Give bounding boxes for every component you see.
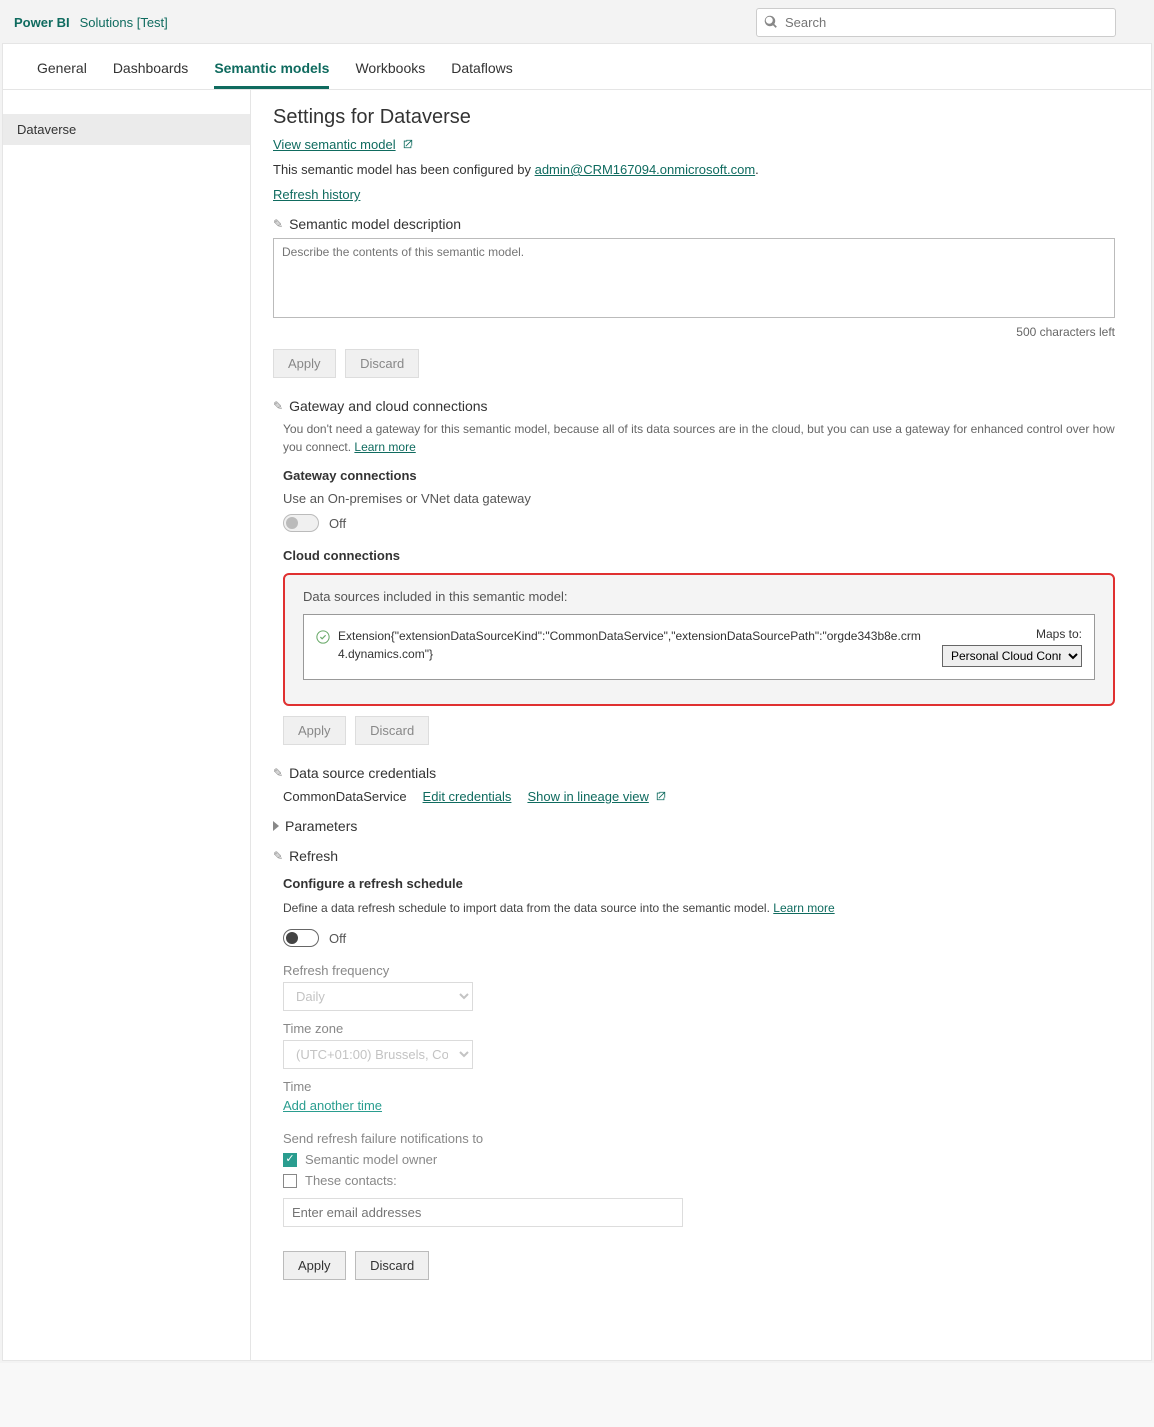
refresh-schedule-toggle[interactable]: [283, 929, 319, 947]
show-lineage-link[interactable]: Show in lineage view: [527, 789, 648, 804]
gateway-discard-button[interactable]: Discard: [355, 716, 429, 745]
data-source-extension-text: Extension{"extensionDataSourceKind":"Com…: [338, 627, 934, 663]
edit-icon: ✎: [273, 849, 283, 863]
refresh-history-link[interactable]: Refresh history: [273, 187, 360, 202]
gateway-toggle[interactable]: [283, 514, 319, 532]
maps-to-label: Maps to:: [942, 627, 1082, 641]
edit-credentials-link[interactable]: Edit credentials: [423, 789, 512, 804]
section-refresh-header[interactable]: ✎ Refresh: [273, 848, 1115, 864]
maps-to-select[interactable]: Personal Cloud Connect: [942, 645, 1082, 667]
ds-included-label: Data sources included in this semantic m…: [303, 589, 1095, 604]
search-input[interactable]: [756, 8, 1116, 37]
notify-owner-checkbox[interactable]: [283, 1153, 297, 1167]
section-gateway-header[interactable]: ✎ Gateway and cloud connections: [273, 398, 1115, 414]
refresh-learn-more-link[interactable]: Learn more: [773, 901, 834, 915]
section-credentials-title: Data source credentials: [289, 765, 436, 781]
section-parameters-title: Parameters: [285, 818, 357, 834]
tab-workbooks[interactable]: Workbooks: [355, 60, 425, 89]
gateway-connections-heading: Gateway connections: [283, 468, 1115, 483]
refresh-discard-button[interactable]: Discard: [355, 1251, 429, 1280]
section-gateway-title: Gateway and cloud connections: [289, 398, 487, 414]
tabs-bar: General Dashboards Semantic models Workb…: [3, 44, 1151, 90]
configured-by-email-link[interactable]: admin@CRM167094.onmicrosoft.com: [535, 162, 756, 177]
refresh-config-note: Define a data refresh schedule to import…: [283, 901, 773, 915]
gateway-toggle-label: Off: [329, 516, 346, 531]
refresh-apply-button[interactable]: Apply: [283, 1251, 346, 1280]
cloud-connections-heading: Cloud connections: [283, 548, 1115, 563]
notify-heading: Send refresh failure notifications to: [283, 1131, 1115, 1146]
page-title: Settings for Dataverse: [273, 106, 1115, 129]
char-count-label: 500 characters left: [273, 325, 1115, 339]
external-link-icon: [656, 789, 666, 799]
external-link-icon: [403, 137, 413, 147]
data-source-row: Extension{"extensionDataSourceKind":"Com…: [303, 614, 1095, 680]
cloud-connections-highlight: Data sources included in this semantic m…: [283, 573, 1115, 706]
tab-general[interactable]: General: [37, 60, 87, 89]
tab-dataflows[interactable]: Dataflows: [451, 60, 512, 89]
timezone-select: (UTC+01:00) Brussels, Copenhagen, M: [283, 1040, 473, 1069]
add-another-time-link[interactable]: Add another time: [283, 1098, 382, 1113]
desc-discard-button[interactable]: Discard: [345, 349, 419, 378]
section-parameters-header[interactable]: Parameters: [273, 818, 1115, 834]
gateway-apply-button[interactable]: Apply: [283, 716, 346, 745]
section-description-header[interactable]: ✎ Semantic model description: [273, 216, 1115, 232]
brand-label: Power BI: [14, 15, 70, 30]
desc-apply-button[interactable]: Apply: [273, 349, 336, 378]
sidebar: Dataverse: [3, 90, 251, 1360]
refresh-toggle-label: Off: [329, 931, 346, 946]
use-gateway-label: Use an On-premises or VNet data gateway: [283, 491, 1115, 506]
configured-text-prefix: This semantic model has been configured …: [273, 162, 535, 177]
cred-source-name: CommonDataService: [283, 789, 407, 804]
edit-icon: ✎: [273, 766, 283, 780]
chevron-right-icon: [273, 821, 279, 831]
check-circle-icon: [316, 630, 330, 644]
timezone-label: Time zone: [283, 1021, 1115, 1036]
notify-contacts-checkbox[interactable]: [283, 1174, 297, 1188]
gateway-learn-more-link[interactable]: Learn more: [354, 440, 415, 454]
section-credentials-header[interactable]: ✎ Data source credentials: [273, 765, 1115, 781]
configured-text-suffix: .: [755, 162, 759, 177]
notify-contacts-label: These contacts:: [305, 1173, 397, 1188]
edit-icon: ✎: [273, 399, 283, 413]
notify-email-input[interactable]: [283, 1198, 683, 1227]
tab-dashboards[interactable]: Dashboards: [113, 60, 189, 89]
refresh-frequency-label: Refresh frequency: [283, 963, 1115, 978]
refresh-frequency-select: Daily: [283, 982, 473, 1011]
time-label: Time: [283, 1079, 1115, 1094]
workspace-label: Solutions [Test]: [80, 15, 168, 30]
refresh-config-heading: Configure a refresh schedule: [283, 876, 1115, 891]
notify-owner-label: Semantic model owner: [305, 1152, 437, 1167]
description-textarea[interactable]: [273, 238, 1115, 318]
edit-icon: ✎: [273, 217, 283, 231]
view-semantic-model-link[interactable]: View semantic model: [273, 137, 396, 152]
tab-semantic-models[interactable]: Semantic models: [214, 60, 329, 89]
section-description-title: Semantic model description: [289, 216, 461, 232]
sidebar-item-dataverse[interactable]: Dataverse: [3, 114, 250, 145]
section-refresh-title: Refresh: [289, 848, 338, 864]
